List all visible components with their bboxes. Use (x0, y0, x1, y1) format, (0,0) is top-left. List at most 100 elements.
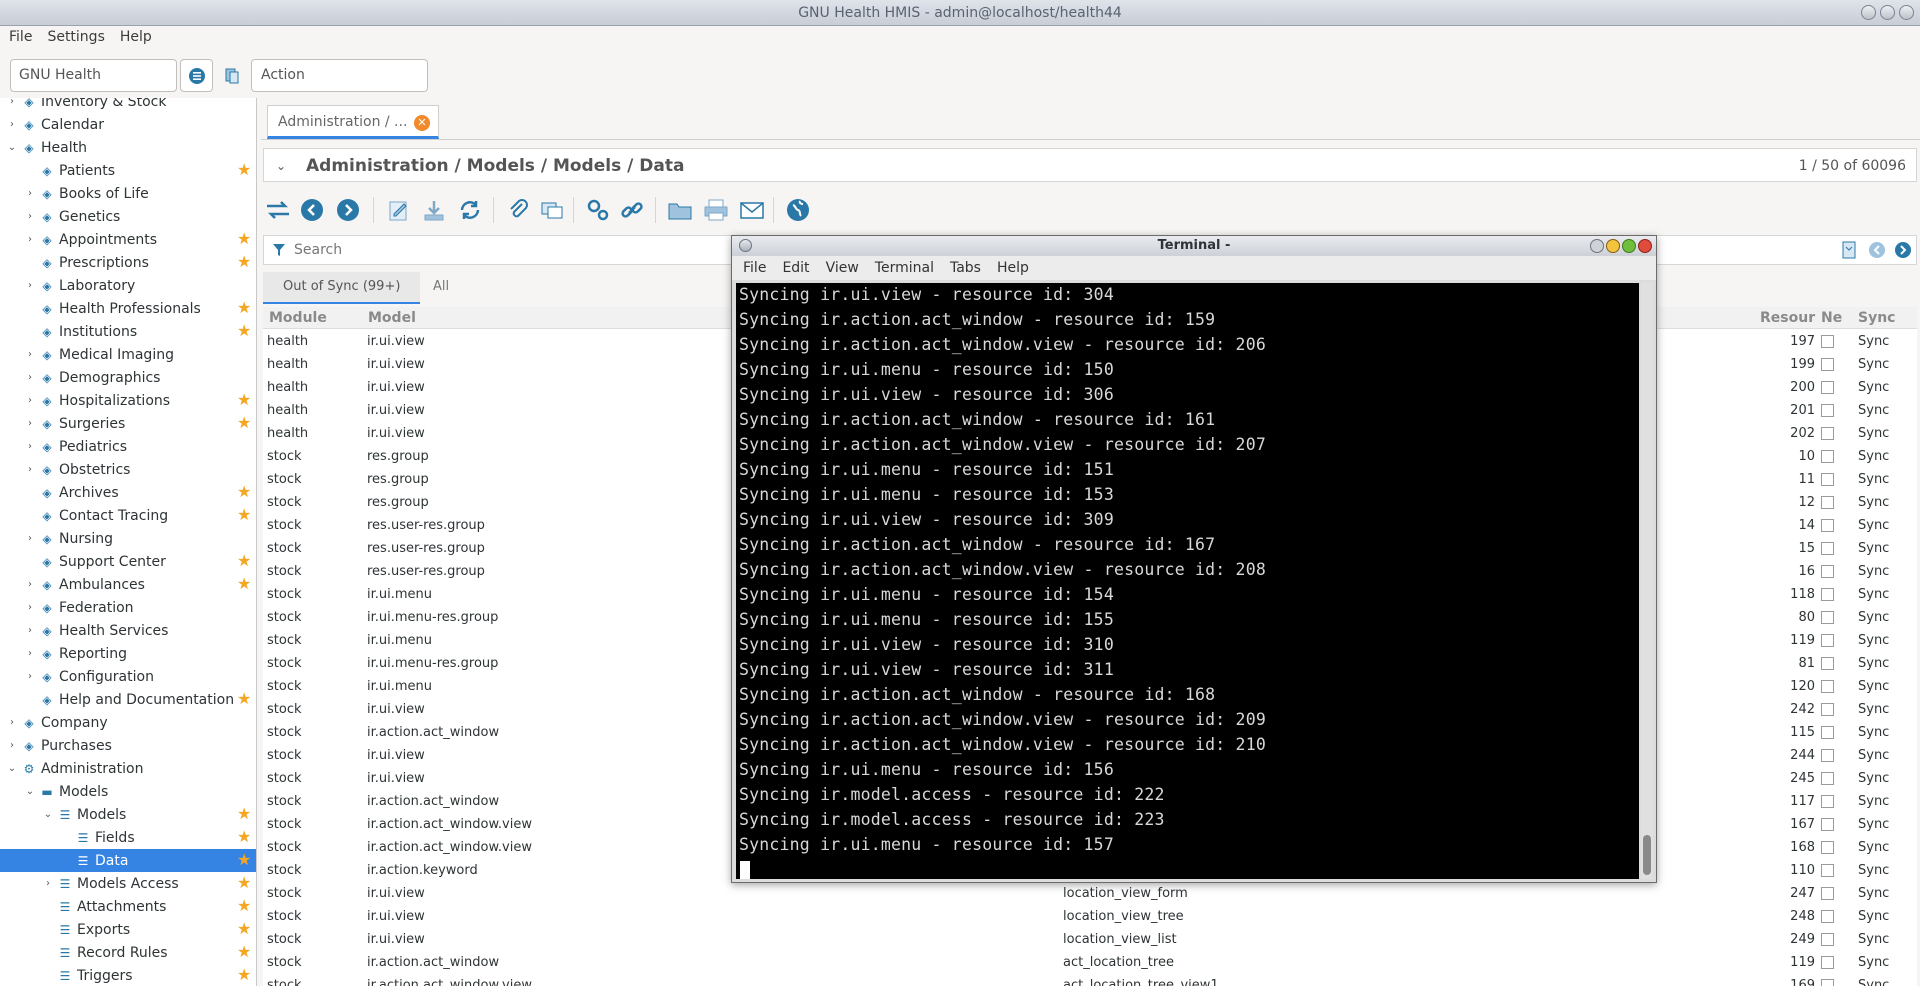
expand-right-icon[interactable]: › (24, 602, 36, 614)
sync-button[interactable]: Sync (1858, 376, 1889, 399)
sidebar-item[interactable]: › ◈ Calendar (0, 113, 256, 136)
favorite-star-icon[interactable]: ★ (237, 553, 253, 569)
noupdate-checkbox[interactable] (1821, 588, 1834, 601)
expand-right-icon[interactable]: › (24, 234, 36, 246)
column-sync[interactable]: Sync (1858, 307, 1895, 329)
sync-button[interactable]: Sync (1858, 560, 1889, 583)
previous-record-icon[interactable] (297, 195, 327, 225)
sidebar-item[interactable]: › ◈ Ambulances ★ (0, 573, 256, 596)
sidebar-item[interactable]: ◈ Archives ★ (0, 481, 256, 504)
sync-button[interactable]: Sync (1858, 813, 1889, 836)
noupdate-checkbox[interactable] (1821, 703, 1834, 716)
sidebar-item[interactable]: ◈ Prescriptions ★ (0, 251, 256, 274)
expand-down-icon[interactable]: ⌄ (24, 786, 36, 798)
favorite-star-icon[interactable]: ★ (237, 323, 253, 339)
terminal-menu-terminal[interactable]: Terminal (868, 256, 943, 280)
expand-right-icon[interactable]: › (42, 878, 54, 890)
terminal-menu-file[interactable]: File (736, 256, 775, 280)
terminal-menu-edit[interactable]: Edit (775, 256, 818, 280)
sync-button[interactable]: Sync (1858, 491, 1889, 514)
sync-button[interactable]: Sync (1858, 882, 1889, 905)
noupdate-checkbox[interactable] (1821, 864, 1834, 877)
noupdate-checkbox[interactable] (1821, 680, 1834, 693)
menu-settings[interactable]: Settings (42, 26, 114, 48)
sidebar-item[interactable]: ◈ Contact Tracing ★ (0, 504, 256, 527)
terminal-menu-help[interactable]: Help (990, 256, 1038, 280)
tab-all[interactable]: All (413, 272, 469, 304)
sidebar-item[interactable]: ☰ Data ★ (0, 849, 256, 872)
expand-right-icon[interactable]: › (24, 533, 36, 545)
noupdate-checkbox[interactable] (1821, 726, 1834, 739)
expand-right-icon[interactable]: › (24, 188, 36, 200)
noupdate-checkbox[interactable] (1821, 634, 1834, 647)
table-row[interactable]: stock ir.ui.view location_view_tree 248 Sync (263, 905, 1917, 928)
maximize-icon[interactable] (1880, 5, 1895, 20)
attachment-icon[interactable] (503, 195, 533, 225)
minimize-icon[interactable] (1861, 5, 1876, 20)
next-page-icon[interactable] (1894, 241, 1912, 259)
column-resource-id[interactable]: Resour (1760, 307, 1815, 329)
terminal-menu-view[interactable]: View (819, 256, 868, 280)
favorite-star-icon[interactable]: ★ (237, 254, 253, 270)
sync-button[interactable]: Sync (1858, 767, 1889, 790)
sync-button[interactable]: Sync (1858, 514, 1889, 537)
terminal-window-menu-icon[interactable] (739, 239, 752, 252)
sidebar-item[interactable]: › ◈ Inventory & Stock (0, 98, 256, 113)
edit-icon[interactable] (383, 195, 413, 225)
noupdate-checkbox[interactable] (1821, 841, 1834, 854)
noupdate-checkbox[interactable] (1821, 473, 1834, 486)
terminal-maximize-icon[interactable] (1622, 239, 1636, 253)
terminal-scroll-thumb[interactable] (1643, 835, 1651, 875)
sidebar-item[interactable]: › ☰ Models Access ★ (0, 872, 256, 895)
sidebar-item[interactable]: ◈ Patients ★ (0, 159, 256, 182)
action-input[interactable]: Action (251, 59, 428, 92)
sidebar-item[interactable]: › ◈ Medical Imaging (0, 343, 256, 366)
sync-button[interactable]: Sync (1858, 583, 1889, 606)
sync-button[interactable]: Sync (1858, 468, 1889, 491)
sidebar-item[interactable]: ☰ Record Rules ★ (0, 941, 256, 964)
noupdate-checkbox[interactable] (1821, 427, 1834, 440)
bookmark-filter-icon[interactable] (1840, 241, 1858, 259)
favorite-star-icon[interactable]: ★ (237, 231, 253, 247)
sidebar-item[interactable]: ☰ Triggers ★ (0, 964, 256, 986)
sync-button[interactable]: Sync (1858, 928, 1889, 951)
expand-right-icon[interactable]: › (24, 625, 36, 637)
sidebar-item[interactable]: ◈ Help and Documentation ★ (0, 688, 256, 711)
sync-button[interactable]: Sync (1858, 790, 1889, 813)
expand-right-icon[interactable]: › (24, 211, 36, 223)
sidebar-item[interactable]: ☰ Fields ★ (0, 826, 256, 849)
command-execute-button[interactable] (180, 59, 213, 92)
favorite-star-icon[interactable]: ★ (237, 162, 253, 178)
noupdate-checkbox[interactable] (1821, 887, 1834, 900)
sync-button[interactable]: Sync (1858, 744, 1889, 767)
noupdate-checkbox[interactable] (1821, 450, 1834, 463)
sidebar-item[interactable]: › ◈ Books of Life (0, 182, 256, 205)
sync-button[interactable]: Sync (1858, 606, 1889, 629)
table-row[interactable]: stock ir.ui.view location_view_list 249 Sync (263, 928, 1917, 951)
sidebar-item[interactable]: ⌄ ◈ Health (0, 136, 256, 159)
sync-button[interactable]: Sync (1858, 698, 1889, 721)
noupdate-checkbox[interactable] (1821, 772, 1834, 785)
expand-right-icon[interactable]: › (24, 395, 36, 407)
globe-icon[interactable] (783, 195, 813, 225)
previous-page-icon[interactable] (1868, 241, 1886, 259)
sync-button[interactable]: Sync (1858, 652, 1889, 675)
expand-right-icon[interactable]: › (24, 579, 36, 591)
column-noupdate[interactable]: Ne (1821, 307, 1842, 329)
noupdate-checkbox[interactable] (1821, 749, 1834, 762)
expand-right-icon[interactable]: › (6, 119, 18, 131)
noupdate-checkbox[interactable] (1821, 496, 1834, 509)
sync-button[interactable]: Sync (1858, 675, 1889, 698)
sidebar-item[interactable]: › ◈ Demographics (0, 366, 256, 389)
terminal-menu-tabs[interactable]: Tabs (943, 256, 990, 280)
favorite-star-icon[interactable]: ★ (237, 829, 253, 845)
terminal-close-icon[interactable] (1638, 239, 1652, 253)
print-icon[interactable] (701, 195, 731, 225)
noupdate-checkbox[interactable] (1821, 542, 1834, 555)
sidebar-item[interactable]: › ◈ Pediatrics (0, 435, 256, 458)
sync-button[interactable]: Sync (1858, 330, 1889, 353)
close-tab-icon[interactable]: ✕ (414, 115, 430, 131)
favorite-star-icon[interactable]: ★ (237, 576, 253, 592)
sidebar-item[interactable]: ⌄ ☰ Models ★ (0, 803, 256, 826)
expand-right-icon[interactable]: › (24, 441, 36, 453)
